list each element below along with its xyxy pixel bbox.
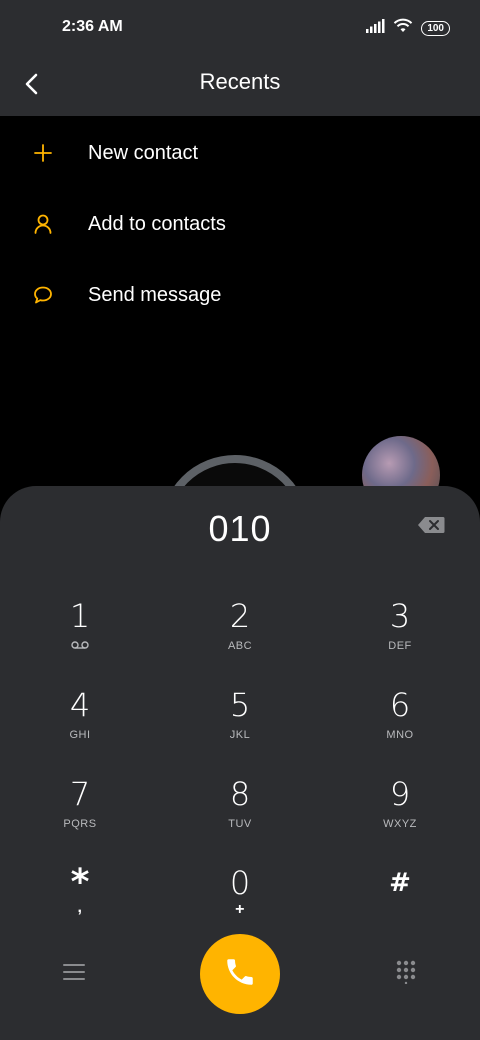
app-header: Recents <box>0 56 480 116</box>
key-0[interactable]: 0 + <box>180 865 300 945</box>
key-8[interactable]: 8 TUV <box>180 776 300 856</box>
key-star[interactable]: * , <box>20 865 140 945</box>
key-3[interactable]: 3 DEF <box>340 598 460 678</box>
key-letters: DEF <box>388 640 412 652</box>
key-digit: # <box>389 868 411 898</box>
call-button[interactable] <box>200 934 280 1014</box>
key-digit: 1 <box>69 597 91 635</box>
key-digit: 0 <box>229 864 251 902</box>
wifi-icon <box>393 18 413 39</box>
key-digit: * <box>70 862 90 903</box>
key-letters: GHI <box>69 729 91 741</box>
key-letters: ABC <box>227 640 253 652</box>
menu-item-label: Add to contacts <box>88 212 226 235</box>
key-1[interactable]: 1 <box>20 598 140 678</box>
key-4[interactable]: 4 GHI <box>20 687 140 767</box>
menu-item-label: Send message <box>88 283 222 306</box>
key-9[interactable]: 9 WXYZ <box>340 776 460 856</box>
key-letters: , <box>77 899 83 916</box>
key-2[interactable]: 2 ABC <box>180 598 300 678</box>
menu-button[interactable] <box>54 954 94 994</box>
page-title: Recents <box>199 69 281 94</box>
key-digit: 3 <box>389 597 411 635</box>
voicemail-icon <box>71 640 89 654</box>
menu-item-label: New contact <box>88 141 199 164</box>
key-7[interactable]: 7 PQRS <box>20 776 140 856</box>
key-digit: 4 <box>69 686 91 724</box>
key-letters: TUV <box>228 818 252 830</box>
status-icons: 100 <box>365 18 450 39</box>
key-digit: 5 <box>229 686 251 724</box>
key-digit: 7 <box>69 775 91 813</box>
key-6[interactable]: 6 MNO <box>340 687 460 767</box>
key-digit: 8 <box>229 775 251 813</box>
dialpad-icon <box>396 960 416 989</box>
key-letters: MNO <box>386 729 414 741</box>
phone-icon <box>223 955 257 994</box>
key-5[interactable]: 5 JKL <box>180 687 300 767</box>
menu-item-add-to-contacts[interactable]: Add to contacts <box>0 189 480 259</box>
backspace-icon <box>417 516 445 539</box>
key-letters: PQRS <box>63 818 97 830</box>
menu-item-send-message[interactable]: Send message <box>0 260 480 330</box>
backspace-button[interactable] <box>416 516 446 538</box>
key-digit: 9 <box>389 775 411 813</box>
signal-icon <box>365 19 385 38</box>
menu-icon <box>63 963 85 986</box>
key-digit: 6 <box>389 686 411 724</box>
message-icon <box>32 284 54 306</box>
dialed-number: 010 <box>208 508 272 549</box>
key-letters: WXYZ <box>383 818 417 830</box>
key-hash[interactable]: # <box>340 865 460 945</box>
status-time: 2:36 AM <box>62 18 123 35</box>
dialpad-toggle-button[interactable] <box>386 954 426 994</box>
key-letters: JKL <box>229 729 251 741</box>
menu-item-new-contact[interactable]: New contact <box>0 118 480 188</box>
key-digit: 2 <box>229 597 251 635</box>
person-icon <box>32 213 54 235</box>
plus-icon <box>32 142 54 164</box>
key-letters: + <box>235 901 245 918</box>
status-bar: 2:36 AM 100 <box>0 0 480 56</box>
battery-indicator: 100 <box>421 21 450 36</box>
dialpad-panel: 010 1 2 ABC 3 DEF 4 GHI 5 JKL 6 MNO 7 PQ… <box>0 486 480 1040</box>
